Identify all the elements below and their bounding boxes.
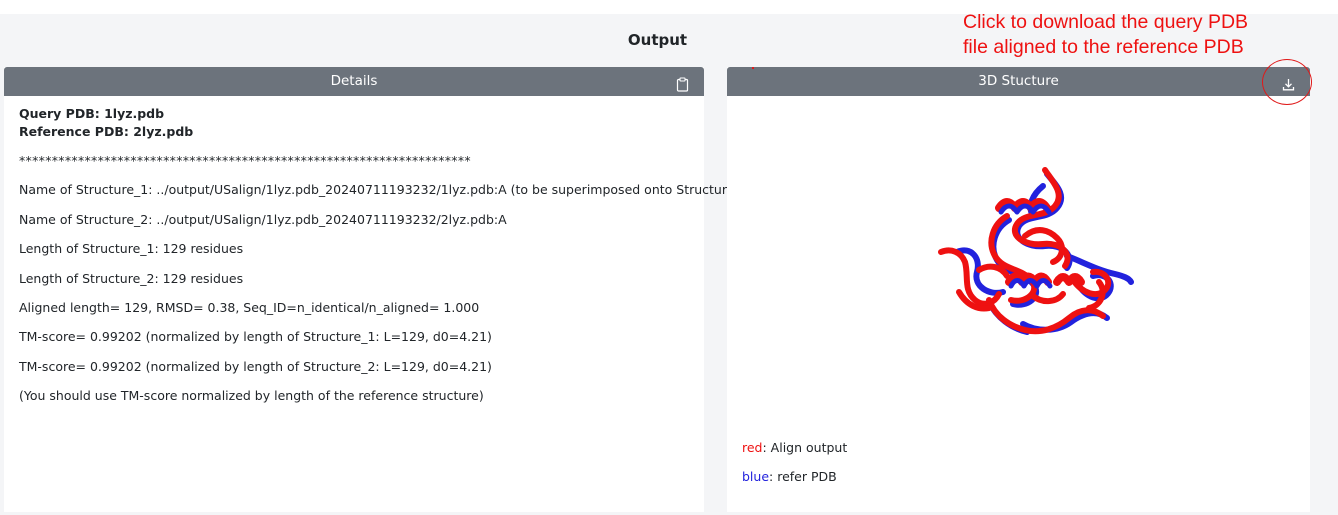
legend-blue-key: blue: [742, 469, 770, 484]
detail-line: Length of Structure_2: 129 residues: [19, 270, 244, 286]
structure-panel: 3D Stucture red: Align output blue: refe…: [727, 67, 1310, 512]
detail-line: TM-score= 0.99202 (normalized by length …: [19, 329, 492, 345]
download-annotation: Click to download the query PDB file ali…: [963, 10, 1333, 60]
details-header-title: Details: [330, 73, 378, 89]
legend-blue: blue: refer PDB: [742, 469, 837, 484]
query-pdb: Query PDB: 1lyz.pdb: [19, 106, 165, 121]
details-body: Query PDB: 1lyz.pdb Reference PDB: 2lyz.…: [4, 96, 754, 404]
structure-header: 3D Stucture: [727, 67, 1310, 96]
detail-line: Name of Structure_2: ../output/USalign/1…: [19, 211, 507, 227]
legend-red-key: red: [742, 440, 763, 455]
details-panel: Details Query PDB: 1lyz.pdb Reference PD…: [4, 67, 754, 512]
detail-line: TM-score= 0.99202 (normalized by length …: [19, 358, 492, 374]
protein-ribbon-render: [938, 167, 1134, 335]
annotation-line-1: Click to download the query PDB: [963, 11, 1249, 33]
legend-blue-text: : refer PDB: [769, 469, 837, 484]
legend-red: red: Align output: [742, 440, 847, 455]
detail-line: Name of Structure_1: ../output/USalign/1…: [19, 182, 754, 198]
detail-line: Aligned length= 129, RMSD= 0.38, Seq_ID=…: [19, 299, 480, 315]
annotation-line-2: file aligned to the reference PDB: [963, 36, 1244, 58]
annotation-dot: [752, 67, 754, 69]
clipboard-icon[interactable]: [675, 74, 690, 92]
detail-line: (You should use TM-score normalized by l…: [19, 388, 484, 404]
structure-viewer[interactable]: [727, 96, 1310, 436]
detail-line: Length of Structure_1: 129 residues: [19, 241, 244, 257]
legend-red-text: : Align output: [762, 440, 848, 455]
download-callout-circle: [1262, 59, 1312, 105]
details-header: Details: [4, 67, 704, 96]
separator-line: ****************************************…: [19, 153, 471, 168]
reference-pdb: Reference PDB: 2lyz.pdb: [19, 124, 194, 139]
structure-header-title: 3D Stucture: [978, 73, 1059, 89]
